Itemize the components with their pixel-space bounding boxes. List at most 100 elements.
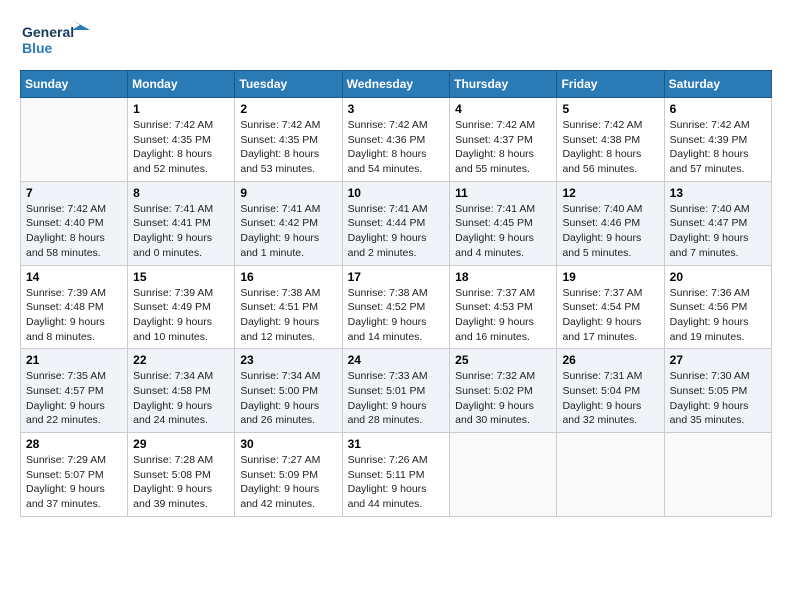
day-info: Sunrise: 7:35 AMSunset: 4:57 PMDaylight:… xyxy=(26,369,122,428)
calendar-cell: 22 Sunrise: 7:34 AMSunset: 4:58 PMDayligh… xyxy=(128,349,235,433)
day-info: Sunrise: 7:40 AMSunset: 4:47 PMDaylight:… xyxy=(670,202,766,261)
calendar-cell: 3 Sunrise: 7:42 AMSunset: 4:36 PMDaylight… xyxy=(342,98,450,182)
day-number: 19 xyxy=(562,270,658,284)
calendar-cell: 13 Sunrise: 7:40 AMSunset: 4:47 PMDayligh… xyxy=(664,181,771,265)
calendar-cell: 11Sunrise: 7:41 AMSunset: 4:45 PMDayligh… xyxy=(450,181,557,265)
day-info: Sunrise: 7:41 AMSunset: 4:42 PMDaylight:… xyxy=(240,202,336,261)
calendar-cell: 29 Sunrise: 7:28 AMSunset: 5:08 PMDayligh… xyxy=(128,433,235,517)
calendar-cell: 15 Sunrise: 7:39 AMSunset: 4:49 PMDayligh… xyxy=(128,265,235,349)
calendar-cell: 12 Sunrise: 7:40 AMSunset: 4:46 PMDayligh… xyxy=(557,181,664,265)
day-info: Sunrise: 7:42 AMSunset: 4:39 PMDaylight:… xyxy=(670,118,766,177)
day-info: Sunrise: 7:41 AMSunset: 4:41 PMDaylight:… xyxy=(133,202,229,261)
calendar-cell xyxy=(557,433,664,517)
calendar-cell: 16 Sunrise: 7:38 AMSunset: 4:51 PMDayligh… xyxy=(235,265,342,349)
day-info: Sunrise: 7:42 AMSunset: 4:38 PMDaylight:… xyxy=(562,118,658,177)
day-info: Sunrise: 7:40 AMSunset: 4:46 PMDaylight:… xyxy=(562,202,658,261)
day-info: Sunrise: 7:31 AMSunset: 5:04 PMDaylight:… xyxy=(562,369,658,428)
day-info: Sunrise: 7:42 AMSunset: 4:35 PMDaylight:… xyxy=(240,118,336,177)
day-number: 29 xyxy=(133,437,229,451)
day-number: 30 xyxy=(240,437,336,451)
day-info: Sunrise: 7:42 AMSunset: 4:37 PMDaylight:… xyxy=(455,118,551,177)
calendar-cell xyxy=(21,98,128,182)
day-number: 31 xyxy=(348,437,445,451)
day-number: 5 xyxy=(562,102,658,116)
calendar-cell: 18 Sunrise: 7:37 AMSunset: 4:53 PMDayligh… xyxy=(450,265,557,349)
day-number: 16 xyxy=(240,270,336,284)
svg-text:General: General xyxy=(22,24,74,40)
day-number: 25 xyxy=(455,353,551,367)
weekday-header-row: SundayMondayTuesdayWednesdayThursdayFrid… xyxy=(21,71,772,98)
day-number: 28 xyxy=(26,437,122,451)
calendar-cell xyxy=(450,433,557,517)
calendar-cell: 20 Sunrise: 7:36 AMSunset: 4:56 PMDayligh… xyxy=(664,265,771,349)
day-number: 2 xyxy=(240,102,336,116)
weekday-header-sunday: Sunday xyxy=(21,71,128,98)
day-number: 27 xyxy=(670,353,766,367)
calendar-cell: 7Sunrise: 7:42 AMSunset: 4:40 PMDaylight… xyxy=(21,181,128,265)
calendar-cell: 8 Sunrise: 7:41 AMSunset: 4:41 PMDaylight… xyxy=(128,181,235,265)
calendar-cell: 24 Sunrise: 7:33 AMSunset: 5:01 PMDayligh… xyxy=(342,349,450,433)
day-number: 22 xyxy=(133,353,229,367)
calendar-cell: 10 Sunrise: 7:41 AMSunset: 4:44 PMDayligh… xyxy=(342,181,450,265)
day-number: 4 xyxy=(455,102,551,116)
calendar-week-row: 1 Sunrise: 7:42 AMSunset: 4:35 PMDaylight… xyxy=(21,98,772,182)
day-number: 8 xyxy=(133,186,229,200)
page-header: GeneralBlue xyxy=(20,20,772,60)
day-number: 20 xyxy=(670,270,766,284)
weekday-header-friday: Friday xyxy=(557,71,664,98)
day-info: Sunrise: 7:28 AMSunset: 5:08 PMDaylight:… xyxy=(133,453,229,512)
day-info: Sunrise: 7:42 AMSunset: 4:36 PMDaylight:… xyxy=(348,118,445,177)
calendar-cell: 25Sunrise: 7:32 AMSunset: 5:02 PMDayligh… xyxy=(450,349,557,433)
calendar-cell: 9 Sunrise: 7:41 AMSunset: 4:42 PMDaylight… xyxy=(235,181,342,265)
calendar-cell: 21Sunrise: 7:35 AMSunset: 4:57 PMDayligh… xyxy=(21,349,128,433)
calendar-cell: 14Sunrise: 7:39 AMSunset: 4:48 PMDayligh… xyxy=(21,265,128,349)
calendar-cell: 2 Sunrise: 7:42 AMSunset: 4:35 PMDaylight… xyxy=(235,98,342,182)
day-number: 6 xyxy=(670,102,766,116)
day-info: Sunrise: 7:38 AMSunset: 4:51 PMDaylight:… xyxy=(240,286,336,345)
calendar-cell: 1 Sunrise: 7:42 AMSunset: 4:35 PMDaylight… xyxy=(128,98,235,182)
calendar-cell: 30 Sunrise: 7:27 AMSunset: 5:09 PMDayligh… xyxy=(235,433,342,517)
day-info: Sunrise: 7:29 AMSunset: 5:07 PMDaylight:… xyxy=(26,453,122,512)
weekday-header-thursday: Thursday xyxy=(450,71,557,98)
calendar-cell: 5 Sunrise: 7:42 AMSunset: 4:38 PMDaylight… xyxy=(557,98,664,182)
day-number: 9 xyxy=(240,186,336,200)
day-number: 24 xyxy=(348,353,445,367)
weekday-header-saturday: Saturday xyxy=(664,71,771,98)
day-number: 15 xyxy=(133,270,229,284)
day-info: Sunrise: 7:39 AMSunset: 4:49 PMDaylight:… xyxy=(133,286,229,345)
day-info: Sunrise: 7:34 AMSunset: 4:58 PMDaylight:… xyxy=(133,369,229,428)
calendar-week-row: 21Sunrise: 7:35 AMSunset: 4:57 PMDayligh… xyxy=(21,349,772,433)
calendar-cell: 28 Sunrise: 7:29 AMSunset: 5:07 PMDayligh… xyxy=(21,433,128,517)
calendar-cell xyxy=(664,433,771,517)
day-info: Sunrise: 7:37 AMSunset: 4:53 PMDaylight:… xyxy=(455,286,551,345)
day-number: 13 xyxy=(670,186,766,200)
day-number: 10 xyxy=(348,186,445,200)
day-info: Sunrise: 7:26 AMSunset: 5:11 PMDaylight:… xyxy=(348,453,445,512)
day-info: Sunrise: 7:42 AMSunset: 4:35 PMDaylight:… xyxy=(133,118,229,177)
calendar-table: SundayMondayTuesdayWednesdayThursdayFrid… xyxy=(20,70,772,517)
day-info: Sunrise: 7:27 AMSunset: 5:09 PMDaylight:… xyxy=(240,453,336,512)
calendar-cell: 4 Sunrise: 7:42 AMSunset: 4:37 PMDaylight… xyxy=(450,98,557,182)
day-number: 3 xyxy=(348,102,445,116)
weekday-header-wednesday: Wednesday xyxy=(342,71,450,98)
calendar-cell: 27 Sunrise: 7:30 AMSunset: 5:05 PMDayligh… xyxy=(664,349,771,433)
day-number: 14 xyxy=(26,270,122,284)
day-number: 1 xyxy=(133,102,229,116)
day-info: Sunrise: 7:38 AMSunset: 4:52 PMDaylight:… xyxy=(348,286,445,345)
calendar-week-row: 28 Sunrise: 7:29 AMSunset: 5:07 PMDayligh… xyxy=(21,433,772,517)
logo: GeneralBlue xyxy=(20,20,90,60)
day-info: Sunrise: 7:33 AMSunset: 5:01 PMDaylight:… xyxy=(348,369,445,428)
day-info: Sunrise: 7:30 AMSunset: 5:05 PMDaylight:… xyxy=(670,369,766,428)
weekday-header-tuesday: Tuesday xyxy=(235,71,342,98)
calendar-week-row: 7Sunrise: 7:42 AMSunset: 4:40 PMDaylight… xyxy=(21,181,772,265)
calendar-cell: 23Sunrise: 7:34 AMSunset: 5:00 PMDayligh… xyxy=(235,349,342,433)
day-number: 18 xyxy=(455,270,551,284)
logo-svg: GeneralBlue xyxy=(20,20,90,60)
day-number: 17 xyxy=(348,270,445,284)
day-info: Sunrise: 7:36 AMSunset: 4:56 PMDaylight:… xyxy=(670,286,766,345)
day-info: Sunrise: 7:42 AMSunset: 4:40 PMDaylight:… xyxy=(26,202,122,261)
day-number: 12 xyxy=(562,186,658,200)
day-number: 26 xyxy=(562,353,658,367)
calendar-cell: 17 Sunrise: 7:38 AMSunset: 4:52 PMDayligh… xyxy=(342,265,450,349)
day-info: Sunrise: 7:41 AMSunset: 4:44 PMDaylight:… xyxy=(348,202,445,261)
